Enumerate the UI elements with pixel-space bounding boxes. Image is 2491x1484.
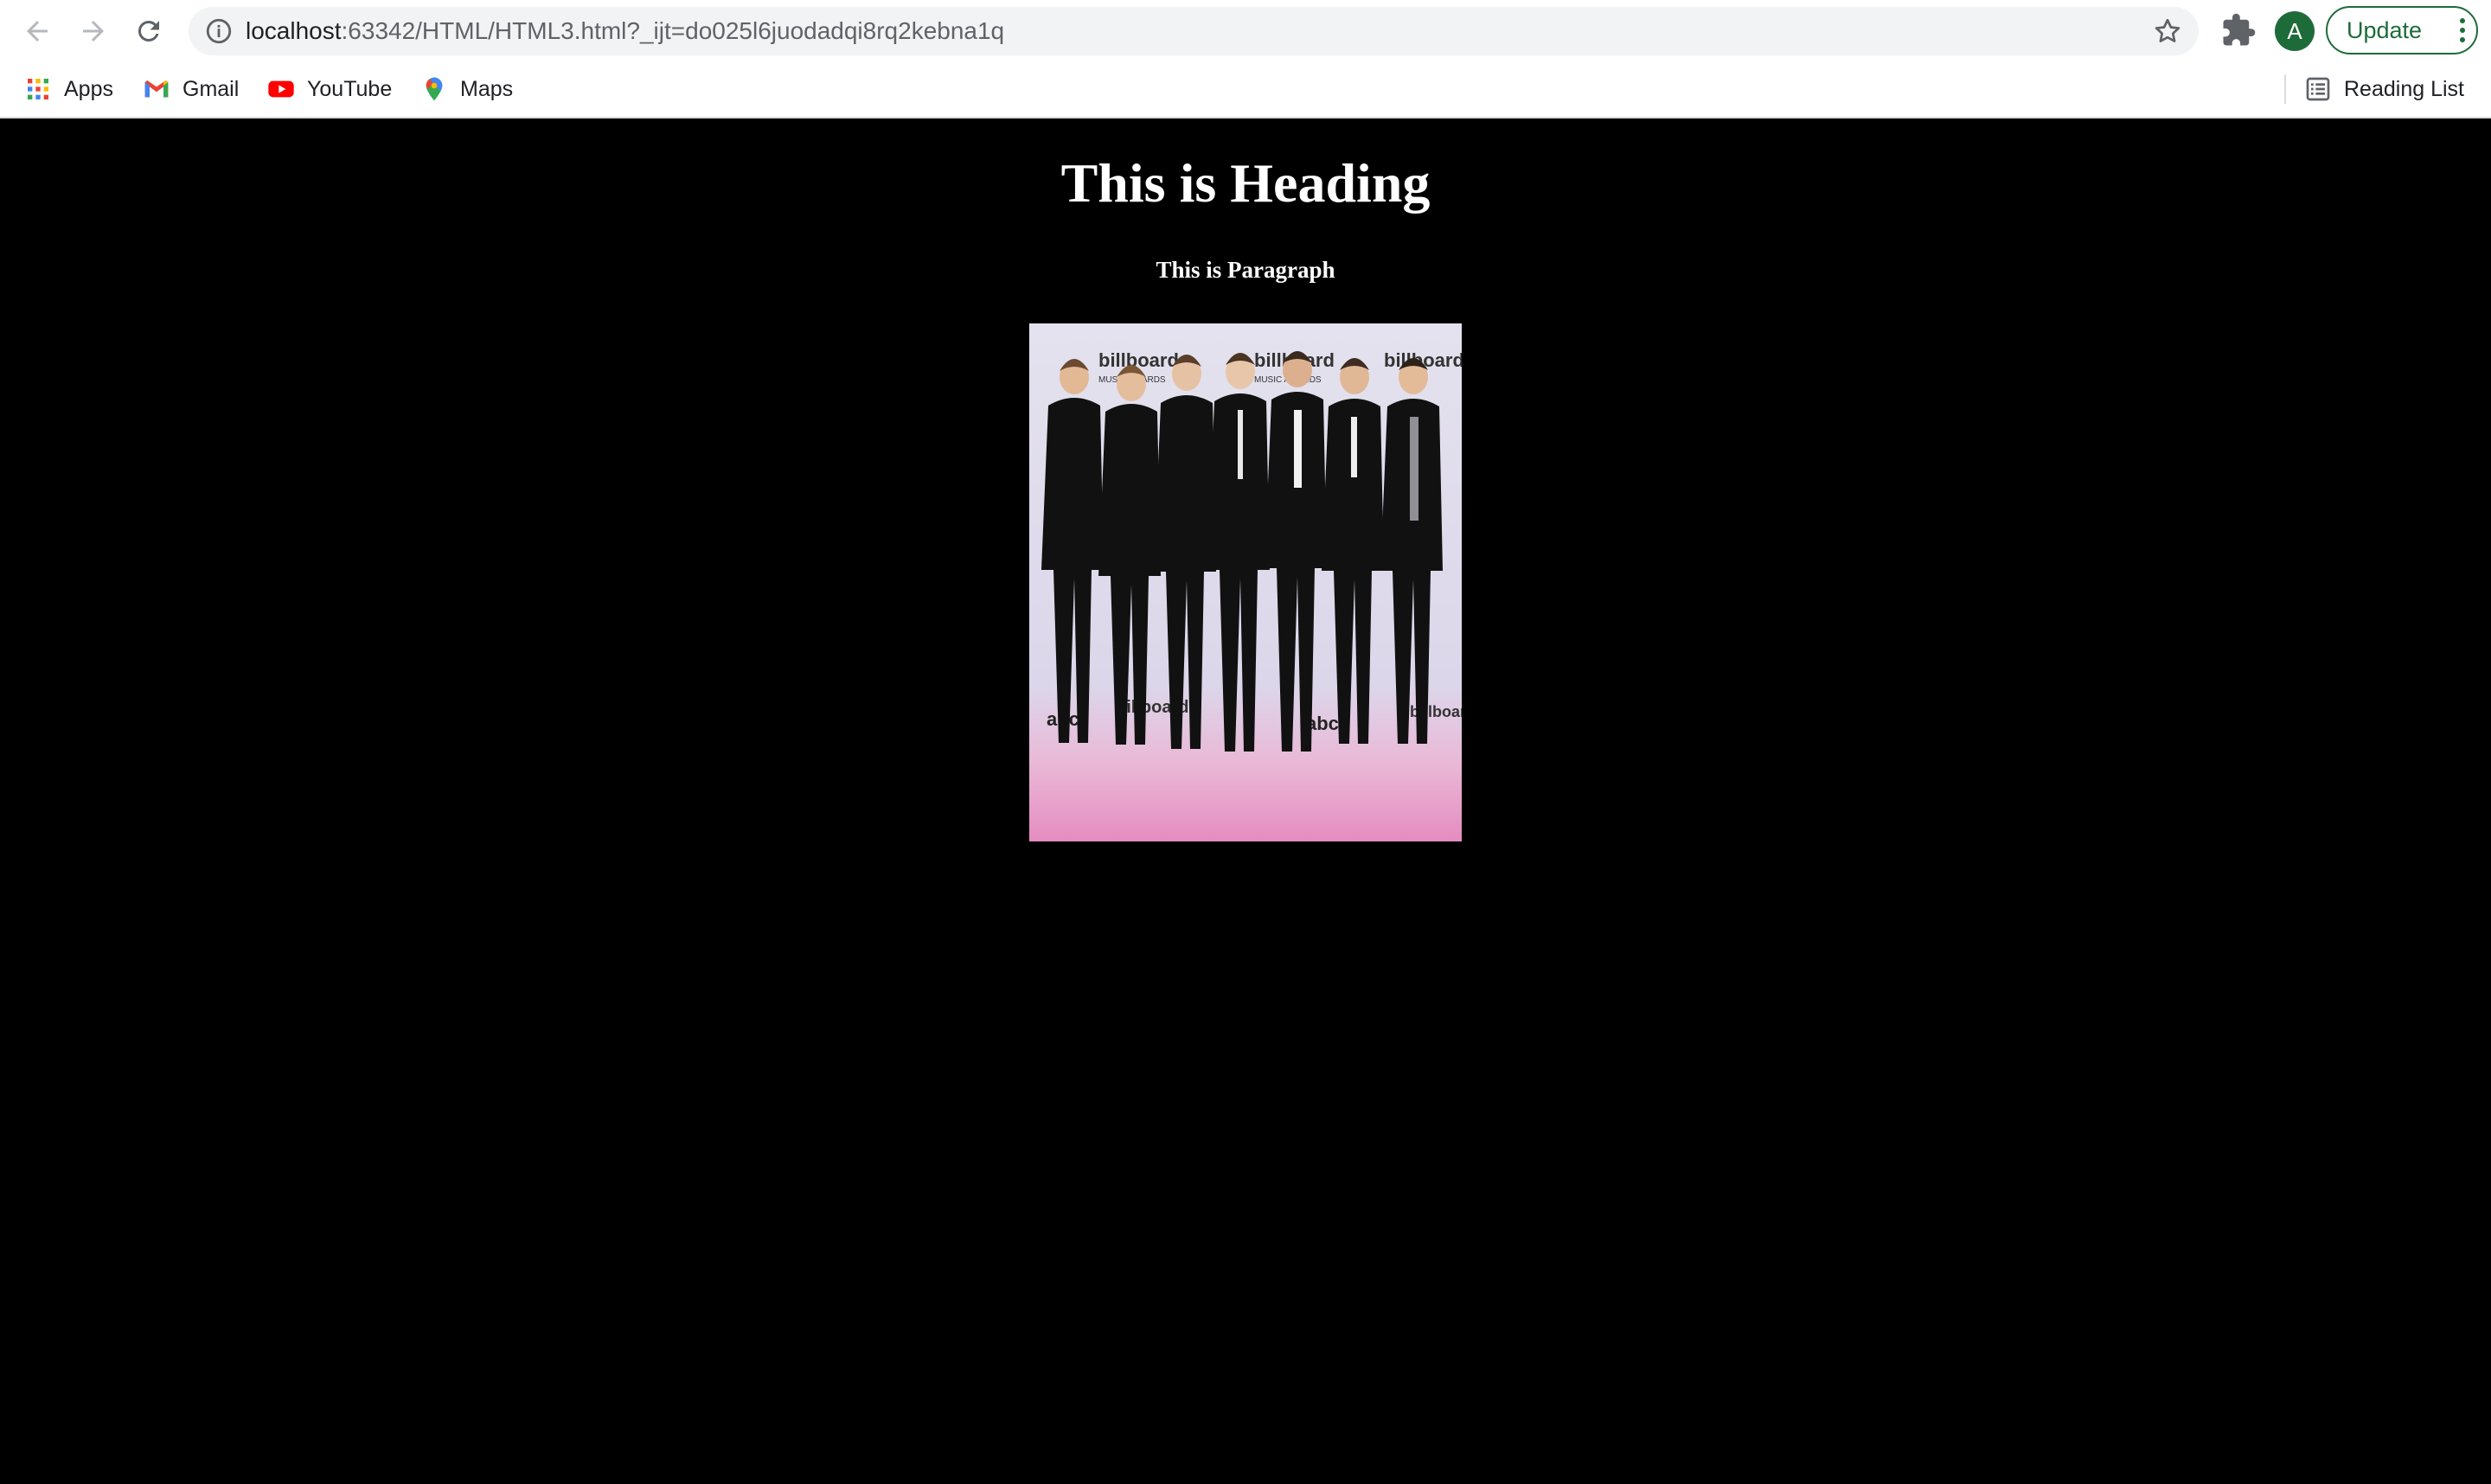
page-paragraph: This is Paragraph [1156, 257, 1335, 283]
apps-grid-icon [28, 79, 48, 99]
url-host: localhost [246, 17, 342, 44]
address-bar[interactable]: localhost:63342/HTML/HTML3.html?_ijt=do0… [189, 7, 2199, 55]
gmail-icon [144, 80, 169, 98]
maps-icon [426, 77, 443, 101]
reload-button[interactable] [125, 7, 173, 55]
bookmark-youtube[interactable]: YouTube [267, 62, 392, 116]
forward-button[interactable] [69, 7, 118, 55]
bookmark-label: Maps [460, 76, 514, 101]
more-menu-icon[interactable] [2459, 18, 2466, 42]
bookmarks-bar: Apps Gmail YouTube Maps Reading List [0, 62, 2491, 116]
bookmark-apps[interactable]: Apps [24, 62, 113, 116]
page-content: This is Heading This is Paragraph billbo… [0, 118, 2491, 1484]
svg-text:billboard: billboard [1098, 349, 1179, 371]
extensions-puzzle-icon[interactable] [2220, 12, 2257, 48]
update-button[interactable]: Update [2326, 6, 2478, 54]
url-text[interactable]: localhost:63342/HTML/HTML3.html?_ijt=do0… [246, 7, 1004, 55]
bookmark-gmail[interactable]: Gmail [143, 62, 239, 116]
group-photo: billboard MUSIC AWARDS billboard MUSIC A… [1029, 323, 1462, 841]
reading-list-button[interactable]: Reading List [2304, 62, 2464, 116]
bookmark-label: Apps [64, 76, 113, 101]
site-info-icon[interactable] [204, 16, 234, 46]
bookmark-star-icon[interactable] [2152, 16, 2183, 47]
page-heading: This is Heading [1060, 152, 1431, 214]
browser-chrome: localhost:63342/HTML/HTML3.html?_ijt=do0… [0, 0, 2491, 118]
bookmark-label: Gmail [183, 76, 240, 101]
bookmark-maps[interactable]: Maps [420, 62, 513, 116]
profile-avatar[interactable]: A [2275, 11, 2315, 51]
forward-arrow-icon [83, 21, 104, 42]
reload-icon [138, 20, 159, 42]
back-button[interactable] [13, 7, 61, 55]
reading-list-label: Reading List [2344, 76, 2464, 101]
update-label: Update [2347, 17, 2423, 43]
youtube-icon [268, 80, 294, 98]
back-arrow-icon [27, 21, 48, 42]
reading-list-icon [2306, 77, 2330, 101]
bookmarks-divider [2284, 74, 2286, 104]
bookmark-label: YouTube [307, 76, 393, 101]
browser-toolbar: localhost:63342/HTML/HTML3.html?_ijt=do0… [0, 0, 2491, 62]
url-path: :63342/HTML/HTML3.html?_ijt=do025l6juoda… [341, 17, 1005, 44]
